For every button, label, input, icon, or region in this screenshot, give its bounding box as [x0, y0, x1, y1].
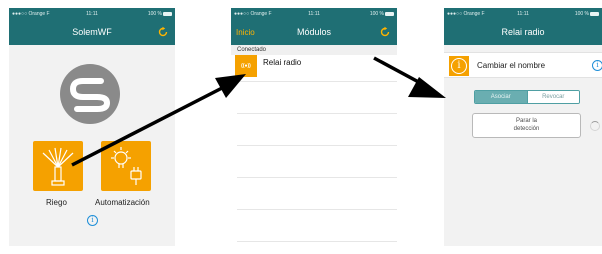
arrow-head [215, 74, 246, 98]
flow-arrows [71, 56, 446, 167]
arrow-line [71, 85, 225, 167]
